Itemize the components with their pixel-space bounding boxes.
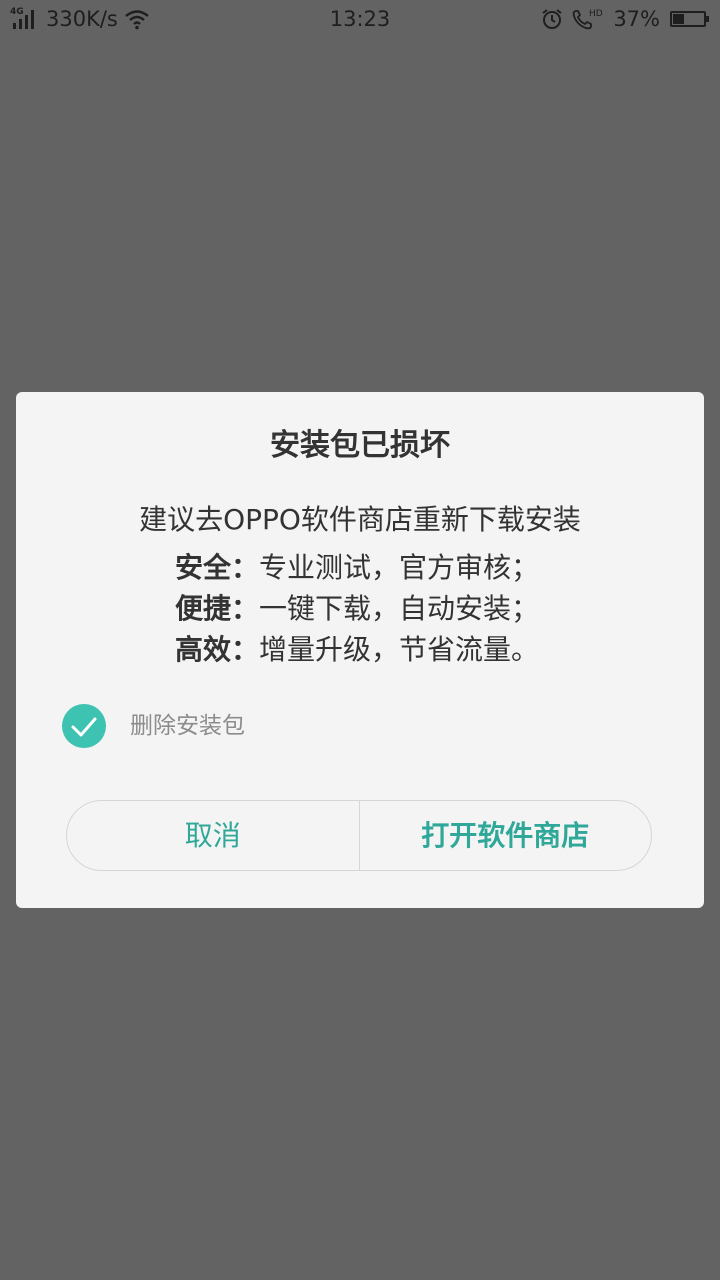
checkmark-icon <box>71 717 97 737</box>
battery-percent: 37% <box>613 7 660 31</box>
delete-package-checkbox[interactable] <box>62 704 106 748</box>
hd-call-icon: HD <box>573 9 603 30</box>
feature-row: 安全：专业测试，官方审核； <box>175 550 595 591</box>
feature-list: 安全：专业测试，官方审核； 便捷：一键下载，自动安装； 高效：增量升级，节省流量… <box>175 550 595 673</box>
delete-package-label[interactable]: 删除安装包 <box>130 711 245 741</box>
status-right: HD 37% <box>541 7 709 31</box>
feature-key: 便捷： <box>175 592 260 625</box>
cancel-button[interactable]: 取消 <box>67 801 359 870</box>
feature-key: 安全： <box>175 551 260 584</box>
alarm-icon <box>542 9 562 29</box>
feature-value: 增量升级，节省流量。 <box>259 633 540 666</box>
call-badge: HD <box>589 9 603 19</box>
status-bar: 4G 330K/s 13:23 HD 37% <box>0 0 720 40</box>
feature-row: 高效：增量升级，节省流量。 <box>175 632 595 673</box>
open-app-store-button[interactable]: 打开软件商店 <box>360 801 652 870</box>
feature-value: 一键下载，自动安装； <box>259 592 540 625</box>
dialog-button-group: 取消 打开软件商店 <box>66 800 652 871</box>
dialog-message: 建议去OPPO软件商店重新下载安装 <box>139 503 581 536</box>
feature-key: 高效： <box>175 633 260 666</box>
battery-level <box>673 14 684 24</box>
dialog-title: 安装包已损坏 <box>270 428 450 463</box>
feature-value: 专业测试，官方审核； <box>259 551 540 584</box>
battery-icon <box>670 11 709 27</box>
screen: 4G 330K/s 13:23 HD 37% 安装包已损坏 建议去OPPO软件商… <box>0 0 720 1280</box>
feature-row: 便捷：一键下载，自动安装； <box>175 591 595 632</box>
